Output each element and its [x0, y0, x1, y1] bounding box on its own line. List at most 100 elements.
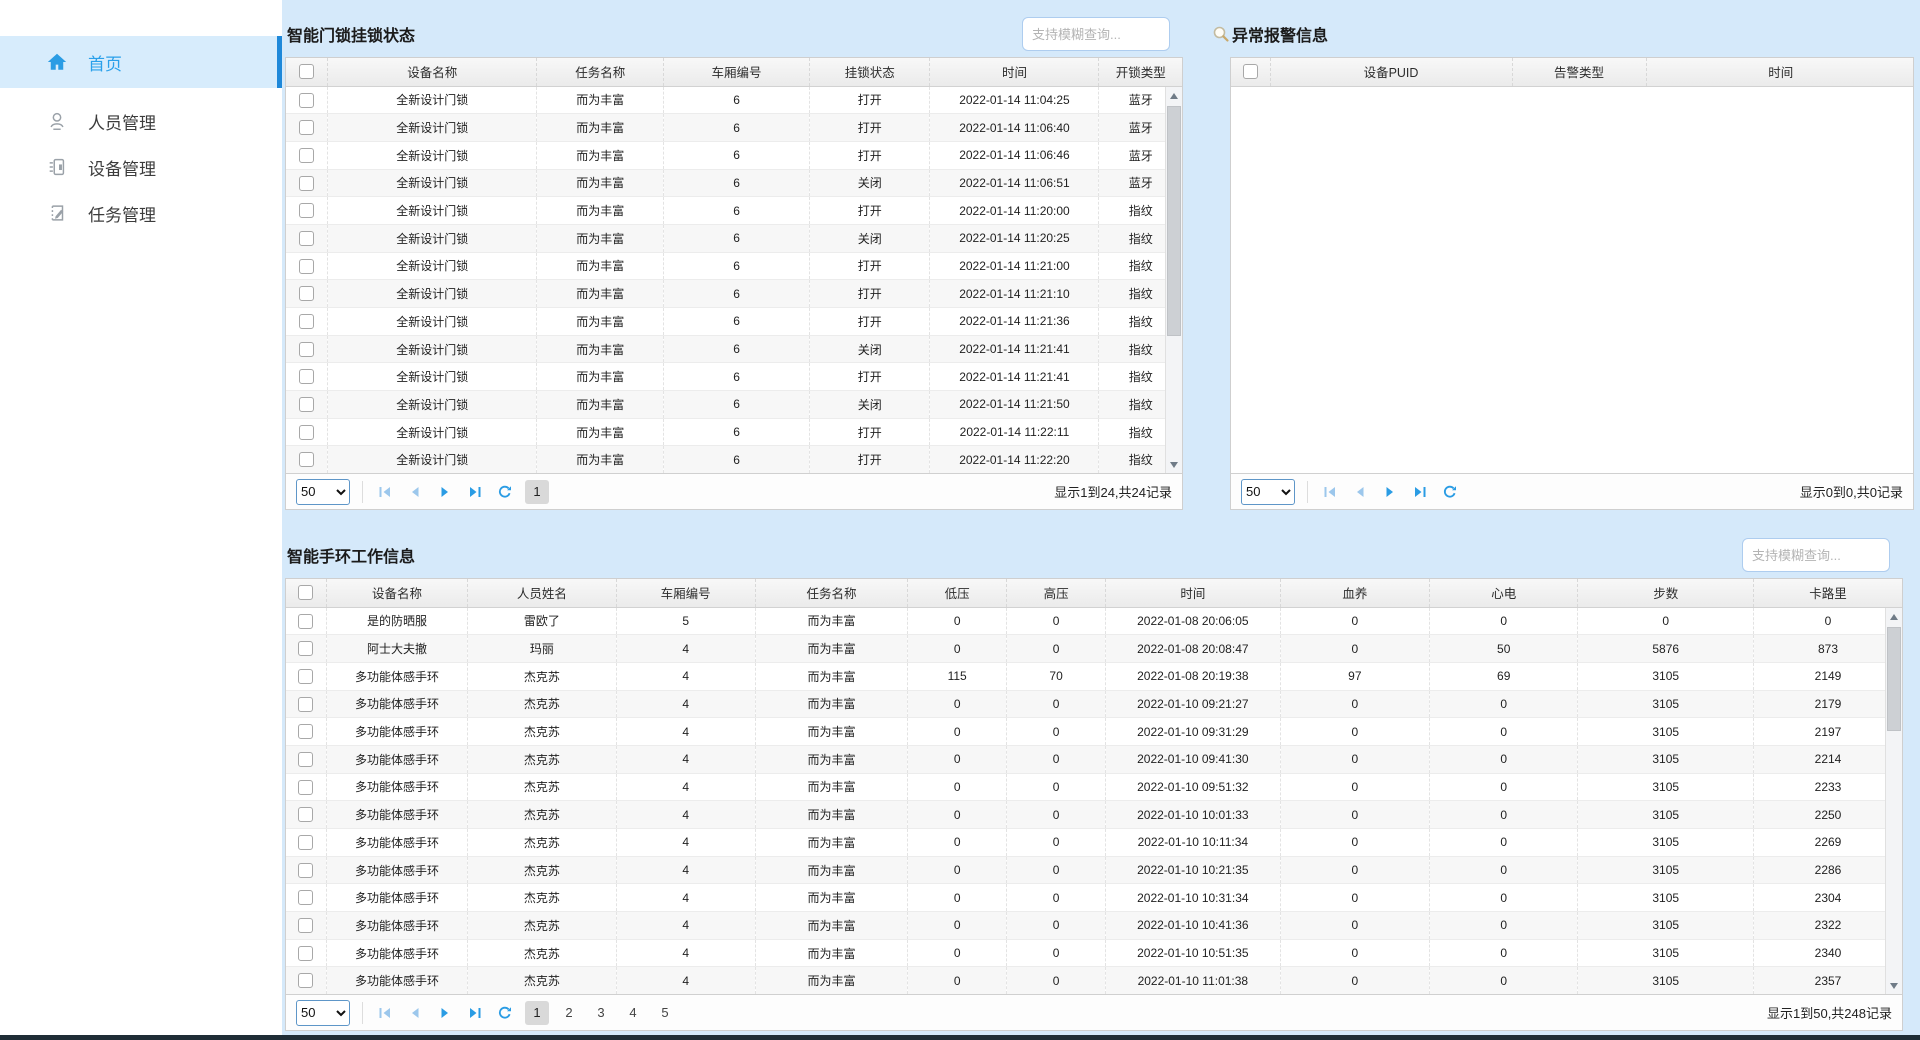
table-row[interactable]: 多功能体感手环杰克苏4而为丰富002022-01-10 09:41:300031… [286, 745, 1902, 773]
refresh-icon[interactable] [495, 1003, 515, 1023]
column-header[interactable]: 时间 [1646, 58, 1913, 86]
row-checkbox[interactable] [298, 669, 313, 684]
first-page-button[interactable] [375, 482, 395, 502]
table-row[interactable]: 全新设计门锁而为丰富6关闭2022-01-14 11:21:50指纹 [286, 391, 1182, 419]
table-row[interactable]: 全新设计门锁而为丰富6打开2022-01-14 11:21:41指纹 [286, 363, 1182, 391]
select-all-checkbox[interactable] [1243, 64, 1258, 79]
table-row[interactable]: 全新设计门锁而为丰富6关闭2022-01-14 11:06:51蓝牙 [286, 169, 1182, 197]
next-page-button[interactable] [435, 482, 455, 502]
row-checkbox[interactable] [298, 973, 313, 988]
row-checkbox[interactable] [299, 120, 314, 135]
table-row[interactable]: 全新设计门锁而为丰富6打开2022-01-14 11:21:36指纹 [286, 308, 1182, 336]
table-row[interactable]: 全新设计门锁而为丰富6打开2022-01-14 11:22:11指纹 [286, 418, 1182, 446]
row-checkbox[interactable] [298, 918, 313, 933]
scroll-down-icon[interactable] [1886, 977, 1902, 994]
first-page-button[interactable] [375, 1003, 395, 1023]
sidebar-item-devices[interactable]: 设备管理 [0, 144, 282, 190]
column-header[interactable]: 时间 [1106, 579, 1281, 607]
refresh-icon[interactable] [1440, 482, 1460, 502]
column-header[interactable]: 开锁类型 [1099, 58, 1182, 86]
table-row[interactable]: 多功能体感手环杰克苏4而为丰富002022-01-10 09:21:270031… [286, 690, 1902, 718]
column-header[interactable]: 时间 [930, 58, 1099, 86]
sidebar-item-home[interactable]: 首页 [0, 36, 282, 88]
column-header[interactable]: 任务名称 [537, 58, 664, 86]
row-checkbox[interactable] [299, 148, 314, 163]
table-row[interactable]: 多功能体感手环杰克苏4而为丰富115702022-01-08 20:19:389… [286, 662, 1902, 690]
lock-table-scrollbar[interactable] [1165, 87, 1182, 473]
row-checkbox[interactable] [298, 807, 313, 822]
last-page-button[interactable] [465, 482, 485, 502]
row-checkbox[interactable] [299, 425, 314, 440]
first-page-button[interactable] [1320, 482, 1340, 502]
table-row[interactable]: 全新设计门锁而为丰富6打开2022-01-14 11:21:10指纹 [286, 280, 1182, 308]
row-checkbox[interactable] [299, 397, 314, 412]
row-checkbox[interactable] [298, 614, 313, 629]
column-header[interactable]: 高压 [1007, 579, 1106, 607]
page-button-4[interactable]: 4 [621, 1001, 645, 1025]
band-search-input[interactable] [1743, 539, 1920, 571]
column-header[interactable]: 设备名称 [326, 579, 467, 607]
scrollbar-thumb[interactable] [1887, 627, 1901, 731]
column-header[interactable]: 卡路里 [1754, 579, 1902, 607]
scroll-down-icon[interactable] [1166, 456, 1182, 473]
page-size-select[interactable]: 50 [296, 479, 350, 505]
scroll-up-icon[interactable] [1166, 87, 1182, 104]
last-page-button[interactable] [465, 1003, 485, 1023]
table-row[interactable]: 全新设计门锁而为丰富6打开2022-01-14 11:04:25蓝牙 [286, 86, 1182, 114]
column-header[interactable]: 人员姓名 [468, 579, 616, 607]
row-checkbox[interactable] [298, 641, 313, 656]
column-header[interactable]: 低压 [908, 579, 1007, 607]
page-button-1[interactable]: 1 [525, 480, 549, 504]
select-all-checkbox[interactable] [299, 64, 314, 79]
column-header[interactable]: 车厢编号 [663, 58, 809, 86]
scrollbar-thumb[interactable] [1167, 106, 1181, 336]
row-checkbox[interactable] [299, 259, 314, 274]
table-row[interactable]: 全新设计门锁而为丰富6打开2022-01-14 11:06:46蓝牙 [286, 141, 1182, 169]
table-row[interactable]: 多功能体感手环杰克苏4而为丰富002022-01-10 10:31:340031… [286, 884, 1902, 912]
scroll-up-icon[interactable] [1886, 608, 1902, 625]
last-page-button[interactable] [1410, 482, 1430, 502]
row-checkbox[interactable] [298, 946, 313, 961]
select-all-checkbox[interactable] [298, 585, 313, 600]
table-row[interactable]: 全新设计门锁而为丰富6打开2022-01-14 11:21:00指纹 [286, 252, 1182, 280]
column-header[interactable]: 设备名称 [327, 58, 536, 86]
row-checkbox[interactable] [299, 93, 314, 108]
table-row[interactable]: 多功能体感手环杰克苏4而为丰富002022-01-10 11:01:380031… [286, 967, 1902, 994]
page-button-5[interactable]: 5 [653, 1001, 677, 1025]
row-checkbox[interactable] [298, 835, 313, 850]
page-size-select[interactable]: 50 [1241, 479, 1295, 505]
table-row[interactable]: 全新设计门锁而为丰富6打开2022-01-14 11:22:20指纹 [286, 446, 1182, 473]
row-checkbox[interactable] [299, 176, 314, 191]
row-checkbox[interactable] [299, 231, 314, 246]
prev-page-button[interactable] [405, 1003, 425, 1023]
table-row[interactable]: 全新设计门锁而为丰富6关闭2022-01-14 11:20:25指纹 [286, 224, 1182, 252]
table-row[interactable]: 是的防晒服雷欧了5而为丰富002022-01-08 20:06:050000 [286, 607, 1902, 635]
column-header[interactable]: 告警类型 [1512, 58, 1646, 86]
row-checkbox[interactable] [299, 342, 314, 357]
table-row[interactable]: 多功能体感手环杰克苏4而为丰富002022-01-10 10:11:340031… [286, 829, 1902, 857]
refresh-icon[interactable] [495, 482, 515, 502]
column-header[interactable]: 设备PUID [1270, 58, 1512, 86]
sidebar-item-personnel[interactable]: 人员管理 [0, 98, 282, 144]
prev-page-button[interactable] [1350, 482, 1370, 502]
row-checkbox[interactable] [299, 452, 314, 467]
table-row[interactable]: 全新设计门锁而为丰富6关闭2022-01-14 11:21:41指纹 [286, 335, 1182, 363]
table-row[interactable]: 多功能体感手环杰克苏4而为丰富002022-01-10 10:01:330031… [286, 801, 1902, 829]
column-header[interactable]: 挂锁状态 [810, 58, 930, 86]
table-row[interactable]: 多功能体感手环杰克苏4而为丰富002022-01-10 09:31:290031… [286, 718, 1902, 746]
table-row[interactable]: 多功能体感手环杰克苏4而为丰富002022-01-10 10:41:360031… [286, 912, 1902, 940]
page-button-2[interactable]: 2 [557, 1001, 581, 1025]
column-header[interactable]: 步数 [1578, 579, 1754, 607]
column-header[interactable]: 血养 [1280, 579, 1429, 607]
row-checkbox[interactable] [298, 863, 313, 878]
band-table-scrollbar[interactable] [1885, 608, 1902, 994]
table-row[interactable]: 多功能体感手环杰克苏4而为丰富002022-01-10 10:21:350031… [286, 856, 1902, 884]
row-checkbox[interactable] [298, 780, 313, 795]
table-row[interactable]: 全新设计门锁而为丰富6打开2022-01-14 11:20:00指纹 [286, 197, 1182, 225]
lock-search-input[interactable] [1023, 18, 1212, 50]
column-header[interactable]: 车厢编号 [616, 579, 755, 607]
row-checkbox[interactable] [299, 203, 314, 218]
page-button-1[interactable]: 1 [525, 1001, 549, 1025]
page-size-select[interactable]: 50 [296, 1000, 350, 1026]
column-header[interactable]: 心电 [1430, 579, 1578, 607]
